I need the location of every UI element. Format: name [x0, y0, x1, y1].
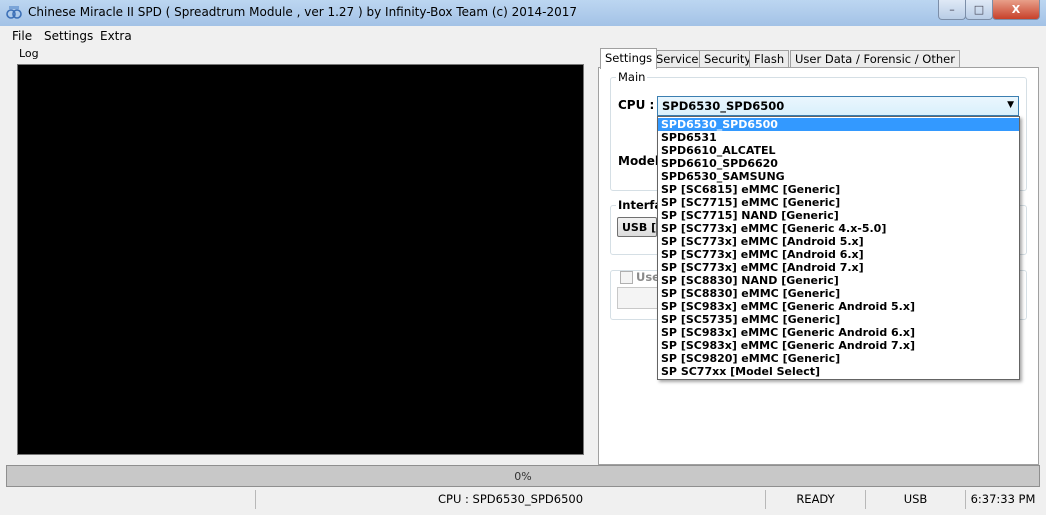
cpu-dropdown-list: SPD6530_SPD6500 SPD6531 SPD6610_ALCATEL …	[657, 116, 1020, 380]
status-bar: CPU : SPD6530_SPD6500 READY USB 6:37:33 …	[6, 490, 1040, 510]
cpu-option[interactable]: SP [SC8830] NAND [Generic]	[658, 274, 1019, 287]
disabled-input	[617, 287, 659, 309]
cpu-select[interactable]: SPD6530_SPD6500 ▼	[657, 96, 1019, 116]
cpu-option[interactable]: SP [SC983x] eMMC [Generic Android 5.x]	[658, 300, 1019, 313]
menu-file[interactable]: File	[12, 29, 32, 43]
cpu-option[interactable]: SP [SC983x] eMMC [Generic Android 7.x]	[658, 339, 1019, 352]
cpu-label: CPU :	[618, 98, 655, 112]
close-button[interactable]: X	[992, 0, 1040, 20]
progress-bar: 0%	[6, 465, 1040, 487]
status-time: 6:37:33 PM	[970, 492, 1036, 506]
use-checkbox[interactable]	[620, 271, 633, 284]
status-empty	[6, 490, 256, 509]
cpu-select-value: SPD6530_SPD6500	[662, 99, 785, 113]
tab-user-data-forensic-other[interactable]: User Data / Forensic / Other	[790, 50, 960, 68]
title-bar[interactable]: Chinese Miracle II SPD ( Spreadtrum Modu…	[0, 0, 1046, 26]
tab-flash[interactable]: Flash	[749, 50, 790, 68]
usb-interface-button[interactable]: USB [A	[617, 217, 657, 237]
log-output[interactable]	[17, 64, 584, 455]
cpu-option[interactable]: SPD6610_ALCATEL	[658, 144, 1019, 157]
chevron-down-icon[interactable]: ▼	[1007, 100, 1014, 110]
application-window: Chinese Miracle II SPD ( Spreadtrum Modu…	[0, 0, 1046, 515]
cpu-option[interactable]: SP [SC773x] eMMC [Generic 4.x-5.0]	[658, 222, 1019, 235]
cpu-option[interactable]: SPD6530_SAMSUNG	[658, 170, 1019, 183]
maximize-button[interactable]: □	[965, 0, 993, 20]
cpu-option[interactable]: SP [SC773x] eMMC [Android 7.x]	[658, 261, 1019, 274]
status-interface: USB	[866, 490, 966, 509]
main-group-title: Main	[616, 70, 648, 84]
log-panel: Log	[9, 47, 591, 462]
cpu-option[interactable]: SP [SC6815] eMMC [Generic]	[658, 183, 1019, 196]
cpu-option[interactable]: SPD6531	[658, 131, 1019, 144]
menu-settings[interactable]: Settings	[44, 29, 93, 43]
cpu-option[interactable]: SP [SC983x] eMMC [Generic Android 6.x]	[658, 326, 1019, 339]
app-icon	[6, 6, 22, 19]
cpu-option[interactable]: SP SC77xx [Model Select]	[658, 365, 1019, 378]
log-label: Log	[17, 47, 41, 60]
menu-bar: File Settings Extra	[6, 27, 1040, 46]
tab-security[interactable]: Security	[699, 50, 757, 68]
tab-settings[interactable]: Settings	[600, 48, 658, 69]
cpu-option[interactable]: SP [SC7715] NAND [Generic]	[658, 209, 1019, 222]
cpu-option[interactable]: SP [SC5735] eMMC [Generic]	[658, 313, 1019, 326]
cpu-option[interactable]: SP [SC7715] eMMC [Generic]	[658, 196, 1019, 209]
cpu-option[interactable]: SPD6530_SPD6500	[658, 118, 1019, 131]
window-title: Chinese Miracle II SPD ( Spreadtrum Modu…	[28, 5, 578, 19]
progress-text: 0%	[514, 470, 532, 483]
status-cpu: CPU : SPD6530_SPD6500	[256, 490, 766, 509]
menu-extra[interactable]: Extra	[100, 29, 132, 43]
cpu-option[interactable]: SP [SC773x] eMMC [Android 5.x]	[658, 235, 1019, 248]
status-state: READY	[766, 490, 866, 509]
cpu-option[interactable]: SPD6610_SPD6620	[658, 157, 1019, 170]
model-label: Model	[618, 154, 660, 168]
minimize-button[interactable]: –	[938, 0, 966, 20]
cpu-option[interactable]: SP [SC8830] eMMC [Generic]	[658, 287, 1019, 300]
tab-service[interactable]: Service	[651, 50, 704, 68]
cpu-option[interactable]: SP [SC773x] eMMC [Android 6.x]	[658, 248, 1019, 261]
cpu-option[interactable]: SP [SC9820] eMMC [Generic]	[658, 352, 1019, 365]
